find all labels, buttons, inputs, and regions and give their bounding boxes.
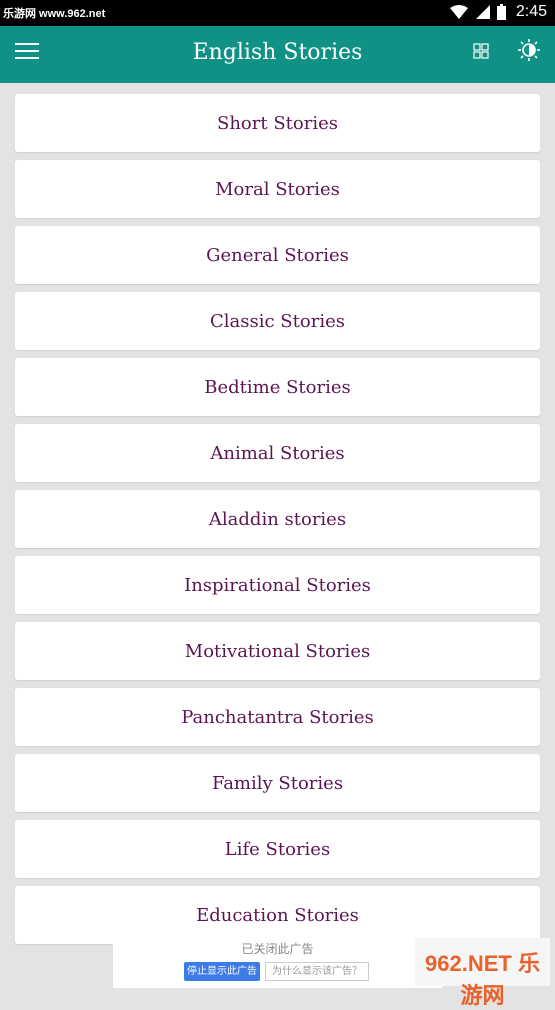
ad-closed-text: 已关闭此广告 [241,942,314,956]
category-list: Short Stories Moral Stories General Stor… [15,94,540,952]
category-label: Animal Stories [210,442,345,464]
app-bar: English Stories [0,26,555,83]
watermark-logo-text: 962.NET 乐游网 [425,951,540,1008]
category-item-classic-stories[interactable]: Classic Stories [15,292,540,350]
category-item-inspirational-stories[interactable]: Inspirational Stories [15,556,540,614]
category-item-animal-stories[interactable]: Animal Stories [15,424,540,482]
clock: 2:45 [515,3,547,20]
category-label: Life Stories [224,838,331,860]
category-item-panchatantra-stories[interactable]: Panchatantra Stories [15,688,540,746]
ad-banner: 已关闭此广告 停止显示此广告 为什么显示该广告？ [113,936,442,988]
watermark-text: 乐游网 www.962.net [3,8,106,20]
category-item-family-stories[interactable]: Family Stories [15,754,540,812]
signal-icon [475,5,490,19]
category-item-motivational-stories[interactable]: Motivational Stories [15,622,540,680]
category-label: Bedtime Stories [204,376,351,398]
category-label: Inspirational Stories [184,574,371,596]
status-icons: 2:45 [449,3,547,21]
category-item-moral-stories[interactable]: Moral Stories [15,160,540,218]
why-ad-button[interactable]: 为什么显示该广告？ [265,962,369,981]
watermark-logo: 962.NET 乐游网 [415,938,550,1008]
wifi-icon [449,5,468,19]
category-item-general-stories[interactable]: General Stories [15,226,540,284]
category-label: Short Stories [217,112,338,134]
category-item-bedtime-stories[interactable]: Bedtime Stories [15,358,540,416]
category-label: Moral Stories [215,178,340,200]
category-label: Motivational Stories [184,640,371,662]
page-title: English Stories [192,40,363,65]
category-label: General Stories [206,244,349,266]
category-item-aladdin-stories[interactable]: Aladdin stories [15,490,540,548]
stop-ad-button[interactable]: 停止显示此广告 [184,962,260,981]
status-bar: 乐游网 www.962.net 2:45 [0,0,555,26]
category-label: Panchatantra Stories [181,706,374,728]
category-label: Aladdin stories [208,508,347,530]
category-label: Education Stories [196,904,359,926]
category-label: Classic Stories [210,310,345,332]
category-item-life-stories[interactable]: Life Stories [15,820,540,878]
battery-icon [496,4,506,20]
category-label: Family Stories [211,772,344,794]
grid-view-icon[interactable] [473,43,489,59]
brightness-icon[interactable] [517,38,541,62]
category-item-short-stories[interactable]: Short Stories [15,94,540,152]
